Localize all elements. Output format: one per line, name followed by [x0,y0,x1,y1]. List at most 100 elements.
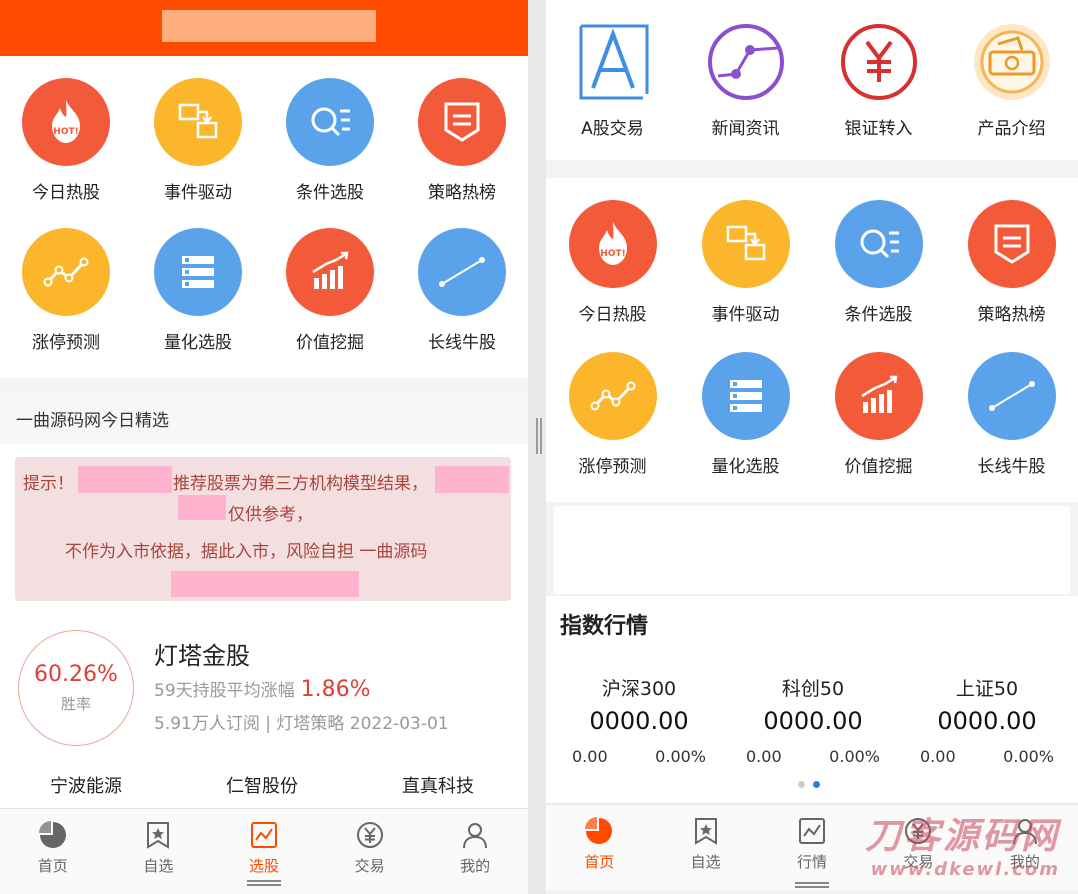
pie-home-icon [583,815,615,847]
home-indicator [247,880,281,886]
grid-item-label: 今日热股 [578,305,647,325]
nav-label: 自选 [143,857,174,875]
grid-item-trend-line[interactable]: 涨停预测 [0,228,132,378]
grid-item-label: 价值挖掘 [296,333,364,353]
index-card[interactable]: 科创50 0000.00 0.00 0.00% [728,674,898,766]
feature-grid: HOT! 今日热股 事件驱动 条件选股 策略热榜涨停预测 量化选股 价值挖掘 长线牛股 [0,78,528,378]
strategy-meta: 5.91万人订阅 | 灯塔策略 2022-03-01 [154,714,449,734]
grid-item-long-line[interactable]: 长线牛股 [945,352,1078,504]
notice-prefix: 提示！ [23,474,74,494]
product-ticket-icon [970,20,1054,104]
nav-item-pie-home[interactable]: 首页 [0,809,106,894]
grid-item-condition-search[interactable]: 条件选股 [264,78,396,228]
grid-item-label: 事件驱动 [711,305,780,325]
carousel-dot-active[interactable] [813,781,820,788]
grid-item-bar-growth[interactable]: 价值挖掘 [812,352,945,504]
hold-gain-value: 1.86% [300,677,371,702]
picks-header: 一曲源码网今日精选 [0,392,528,444]
index-change: 0.00 [572,747,608,766]
a-share-icon [571,20,655,104]
hold-gain-line: 59天持股平均涨幅 1.86% [154,676,371,702]
index-value: 0000.00 [937,707,1037,735]
right-phone-screen: A股交易 新闻资讯 银证转入 产品介绍 HOT! 今日热股 事件驱动 条件选股 策略热榜涨停预… [546,0,1078,894]
index-change: 0.00 [746,747,782,766]
masked-text [171,571,359,597]
grid-item-event-flow[interactable]: 事件驱动 [679,200,812,352]
grid-item-product-ticket[interactable]: 产品介绍 [945,20,1078,150]
grid-item-label: 涨停预测 [32,333,100,353]
grid-item-condition-search[interactable]: 条件选股 [812,200,945,352]
index-card[interactable]: 沪深300 0000.00 0.00 0.00% [554,674,724,766]
win-rate-label: 胜率 [60,695,91,713]
index-card[interactable]: 上证50 0000.00 0.00 0.00% [902,674,1072,766]
hold-gain-text: 59天持股平均涨幅 [154,681,295,701]
stock-name[interactable]: 宁波能源 [50,772,122,798]
yen-transfer-icon [837,20,921,104]
condition-search-icon [834,200,923,288]
index-name: 上证50 [955,678,1019,700]
carousel-dots[interactable] [798,781,820,788]
index-change-row: 0.00 0.00% [728,747,898,766]
grid-item-server-list[interactable]: 量化选股 [132,228,264,378]
grid-item-event-flow[interactable]: 事件驱动 [132,78,264,228]
stock-strategy-title[interactable]: 灯塔金股 [154,636,250,671]
notice-line3: 不作为入市依据，据此入市，风险自担 一曲源码 [65,542,428,562]
grid-item-server-list[interactable]: 量化选股 [679,352,812,504]
masked-text [78,466,172,493]
grid-item-strategy-banner[interactable]: 策略热榜 [945,200,1078,352]
grid-item-label: 涨停预测 [578,457,647,477]
nav-item-bookmark-star[interactable]: 自选 [652,805,758,890]
index-change-pct: 0.00% [655,747,706,766]
event-flow-icon [701,200,790,288]
nav-label: 我的 [460,857,491,875]
grid-item-news-line[interactable]: 新闻资讯 [679,20,812,150]
banner-placeholder [554,506,1070,594]
index-name: 沪深300 [601,678,677,700]
stock-name[interactable]: 仁智股份 [226,772,298,798]
nav-label: 交易 [354,857,385,875]
notice-line1: 推荐股票为第三方机构模型结果， [173,474,428,494]
split-divider-handle[interactable] [536,418,542,454]
grid-item-label: 事件驱动 [164,183,232,203]
grid-item-a-share[interactable]: A股交易 [546,20,679,150]
masked-text [435,466,509,493]
nav-item-yen-trade[interactable]: 交易 [317,809,423,894]
grid-item-long-line[interactable]: 长线牛股 [396,228,528,378]
server-list-icon [154,228,242,316]
nav-item-user[interactable]: 我的 [422,809,528,894]
grid-item-label: 策略热榜 [428,183,496,203]
grid-item-trend-line[interactable]: 涨停预测 [546,352,679,504]
picks-body: 提示！ 推荐股票为第三方机构模型结果， 仅供参考， 不作为入市依据，据此入市，风… [0,444,528,812]
grid-item-hot-fire[interactable]: HOT! 今日热股 [0,78,132,228]
notice-line2: 仅供参考， [228,505,313,525]
nav-label: 首页 [37,857,68,875]
notice-box: 提示！ 推荐股票为第三方机构模型结果， 仅供参考， 不作为入市依据，据此入市，风… [15,457,511,601]
stock-name[interactable]: 直真科技 [402,772,474,798]
grid-item-label: 今日热股 [32,183,100,203]
grid-item-yen-transfer[interactable]: 银证转入 [812,20,945,150]
nav-item-bookmark-star[interactable]: 自选 [106,809,212,894]
index-change: 0.00 [920,747,956,766]
index-market-section: 指数行情 沪深300 0000.00 0.00 0.00% 科创50 0000.00 0.0… [546,596,1078,802]
grid-item-label: 量化选股 [164,333,232,353]
index-value: 0000.00 [763,707,863,735]
news-line-icon [704,20,788,104]
left-phone-screen: HOT! 今日热股 事件驱动 条件选股 策略热榜涨停预测 量化选股 价值挖掘 长线牛股 一曲源… [0,0,528,894]
grid-item-bar-growth[interactable]: 价值挖掘 [264,228,396,378]
strategy-banner-icon [418,78,506,166]
carousel-dot[interactable] [798,781,805,788]
home-indicator [795,882,829,888]
feature-grid: HOT! 今日热股 事件驱动 条件选股 策略热榜涨停预测 量化选股 价值挖掘 长线牛股 [546,200,1078,504]
grid-item-label: 长线牛股 [428,333,496,353]
grid-item-strategy-banner[interactable]: 策略热榜 [396,78,528,228]
win-rate-value: 60.26% [34,662,118,687]
grid-item-hot-fire[interactable]: HOT! 今日热股 [546,200,679,352]
pie-home-icon [37,819,69,851]
bar-growth-icon [286,228,374,316]
nav-item-market-chart[interactable]: 行情 [759,805,865,890]
feature-grid-section: HOT! 今日热股 事件驱动 条件选股 策略热榜涨停预测 量化选股 价值挖掘 长线牛股 [0,56,528,378]
bar-growth-icon [834,352,923,440]
index-name: 科创50 [781,678,845,700]
nav-item-pie-home[interactable]: 首页 [546,805,652,890]
yen-trade-icon [354,819,386,851]
